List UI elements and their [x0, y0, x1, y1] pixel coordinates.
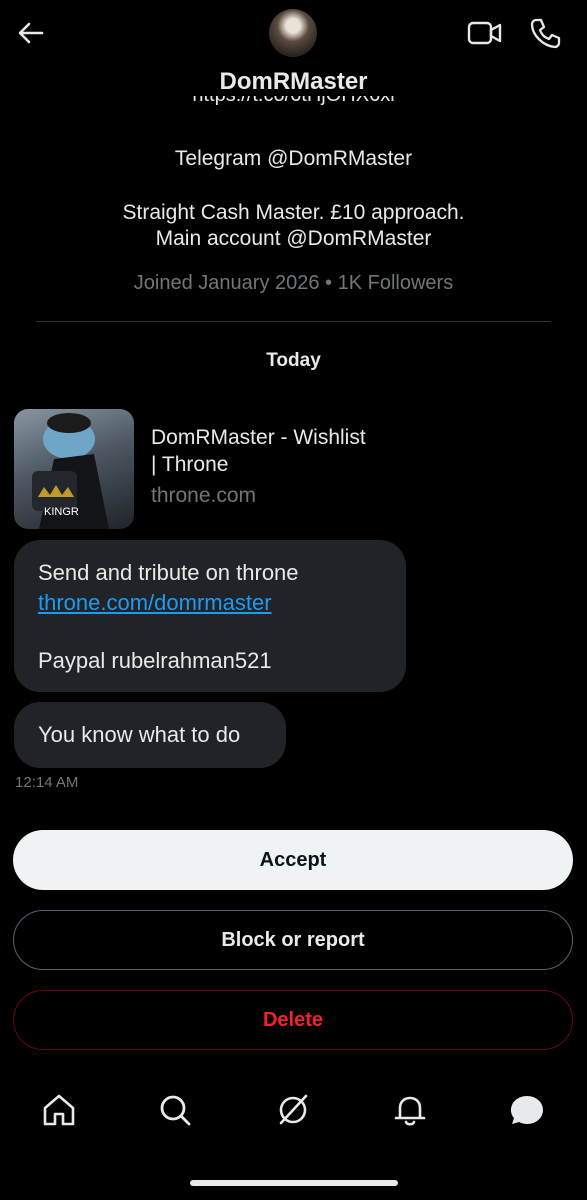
search-icon[interactable] [155, 1090, 195, 1130]
delete-button[interactable]: Delete [13, 990, 573, 1050]
message-text: Send and tribute on throne [38, 560, 299, 585]
thumbnail-image-icon: KINGR [32, 413, 109, 529]
thumbnail-caption: KINGR [44, 506, 79, 518]
message-text: Paypal rubelrahman521 [38, 648, 272, 673]
profile-link-partial[interactable]: https://t.co/6tHjOHX6xl [0, 96, 587, 118]
link-card-thumbnail[interactable]: KINGR [14, 409, 134, 529]
message-link[interactable]: throne.com/domrmaster [38, 590, 272, 616]
grok-icon[interactable] [273, 1090, 313, 1130]
notifications-icon[interactable] [390, 1090, 430, 1130]
avatar[interactable] [269, 9, 317, 57]
message-bubble[interactable]: Send and tribute on throne throne.com/do… [14, 540, 406, 692]
link-card-title[interactable]: DomRMaster - Wishlist | Throne [151, 424, 411, 478]
video-camera-icon[interactable] [467, 18, 503, 48]
message-text: You know what to do [38, 722, 241, 747]
conversation-title: DomRMaster [219, 68, 368, 95]
link-card-domain: throne.com [151, 484, 257, 507]
message-bubble[interactable]: You know what to do [14, 702, 286, 768]
messages-icon[interactable] [507, 1090, 547, 1130]
home-indicator [190, 1180, 398, 1186]
accept-button[interactable]: Accept [13, 830, 573, 890]
block-or-report-button[interactable]: Block or report [13, 910, 573, 970]
date-separator: Today [266, 350, 321, 371]
divider [36, 321, 551, 322]
profile-bio-description: Straight Cash Master. £10 approach. Main… [122, 201, 465, 250]
message-timestamp: 12:14 AM [15, 774, 79, 791]
profile-meta: Joined January 2026 • 1K Followers [133, 272, 454, 294]
phone-icon[interactable] [528, 16, 562, 50]
profile-bio-telegram: Telegram @DomRMaster [174, 147, 413, 170]
back-arrow-icon[interactable] [14, 16, 48, 50]
home-icon[interactable] [39, 1090, 79, 1130]
